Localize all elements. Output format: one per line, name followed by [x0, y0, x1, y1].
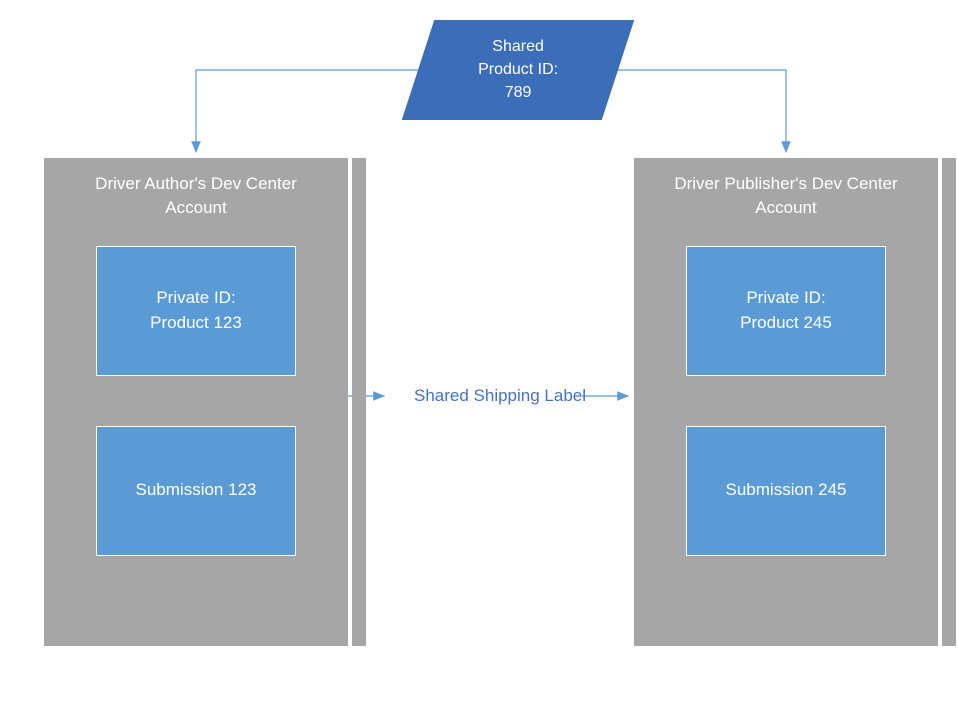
- publisher-submission-text: Submission 245: [726, 478, 847, 503]
- publisher-title-line1: Driver Publisher's Dev Center: [642, 172, 930, 196]
- author-private-id-line1: Private ID:: [150, 286, 242, 311]
- author-account-block: Driver Author's Dev Center Account Priva…: [44, 158, 348, 646]
- shared-product-line1: Shared: [478, 35, 558, 58]
- shipping-label-text: Shared Shipping Label: [390, 386, 610, 406]
- author-private-id-block: Private ID: Product 123: [96, 246, 296, 376]
- publisher-strip: [942, 158, 956, 646]
- diagram-canvas: Shared Product ID: 789 Driver Author's D…: [0, 0, 958, 702]
- shared-product-line2: Product ID:: [478, 58, 558, 81]
- publisher-private-id-line2: Product 245: [740, 311, 832, 336]
- author-title-line1: Driver Author's Dev Center: [52, 172, 340, 196]
- publisher-submission-block: Submission 245: [686, 426, 886, 556]
- publisher-private-id-block: Private ID: Product 245: [686, 246, 886, 376]
- shared-product-node: Shared Product ID: 789: [402, 20, 634, 120]
- publisher-title-line2: Account: [642, 196, 930, 220]
- author-submission-text: Submission 123: [136, 478, 257, 503]
- publisher-account-block: Driver Publisher's Dev Center Account Pr…: [634, 158, 938, 646]
- author-title-line2: Account: [52, 196, 340, 220]
- author-strip: [352, 158, 366, 646]
- publisher-private-id-line1: Private ID:: [740, 286, 832, 311]
- author-submission-block: Submission 123: [96, 426, 296, 556]
- shared-product-line3: 789: [478, 82, 558, 105]
- author-private-id-line2: Product 123: [150, 311, 242, 336]
